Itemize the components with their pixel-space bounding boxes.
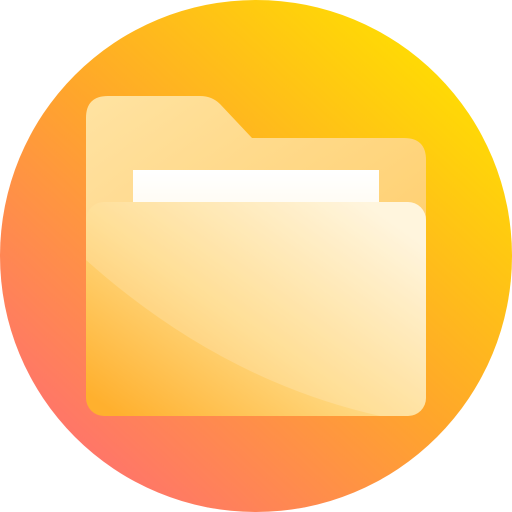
app-icon xyxy=(0,0,512,512)
folder-icon xyxy=(0,0,512,512)
